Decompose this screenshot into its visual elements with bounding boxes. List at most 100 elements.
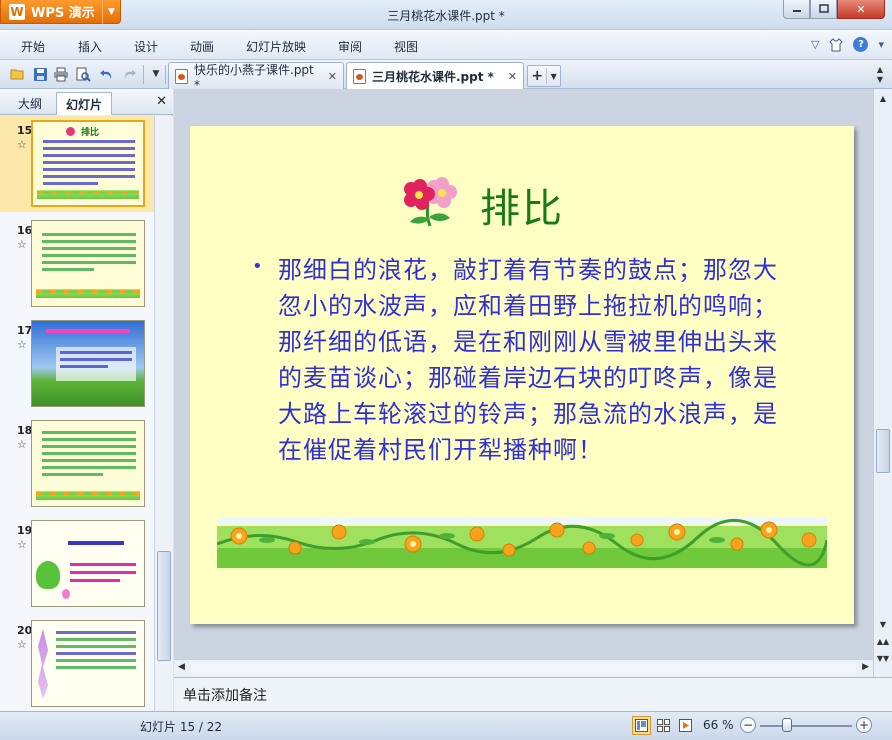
thumb-text-lines	[42, 427, 136, 480]
undo-icon[interactable]	[98, 66, 114, 82]
scrollbar-track[interactable]	[191, 663, 856, 674]
customize-toolbar-icon[interactable]: ▼	[148, 66, 164, 82]
thumb-flower-icon	[66, 127, 75, 136]
close-tab-icon[interactable]: ✕	[500, 70, 517, 83]
quick-access-toolbar: ▼ 快乐的小燕子课件.ppt * ✕ 三月桃花水课件.ppt * ✕ + ▼ ▲…	[0, 60, 892, 92]
animation-star-icon: ☆	[17, 438, 27, 451]
save-icon[interactable]	[32, 66, 48, 82]
slide-preview	[31, 620, 145, 707]
thumb-text-lines	[43, 136, 135, 189]
minimize-button[interactable]	[783, 0, 810, 19]
next-slide-icon[interactable]: ▼▼	[874, 651, 892, 665]
new-tab-button[interactable]: + ▼	[527, 65, 561, 87]
slide-editing-area: 排比 • 那细白的浪花，敲打着有节奏的鼓点；那忽大忽小的水波声，应和着田野上拖拉…	[174, 89, 873, 659]
slide-sorter-view-button[interactable]	[654, 716, 673, 735]
slide-preview: 排比	[31, 120, 145, 207]
slide-preview	[31, 420, 145, 507]
zoom-slider-handle[interactable]	[782, 718, 793, 732]
notes-placeholder[interactable]: 单击添加备注	[183, 685, 267, 705]
previous-slide-icon[interactable]: ▲▲	[874, 634, 892, 648]
scroll-up-icon[interactable]: ▲	[874, 91, 892, 105]
slide-thumbnail-16[interactable]: 16 ☆	[0, 216, 154, 312]
slideshow-view-button[interactable]	[676, 716, 695, 735]
slide-thumbnail-18[interactable]: 18 ☆	[0, 416, 154, 512]
zoom-in-button[interactable]: +	[856, 717, 872, 733]
skin-shirt-icon[interactable]	[829, 37, 844, 52]
tab-outline[interactable]: 大纲	[9, 92, 51, 115]
flower-border-decoration	[217, 518, 827, 568]
slide-title[interactable]: 排比	[480, 176, 564, 234]
slide-thumbnail-19[interactable]: 19 ☆	[0, 516, 154, 612]
slide-counter: 幻灯片 15 / 22	[140, 720, 223, 734]
animation-star-icon: ☆	[17, 338, 27, 351]
scroll-left-icon[interactable]: ◀	[178, 662, 185, 672]
toolbar-separator	[143, 65, 144, 84]
doc-tab-1[interactable]: 快乐的小燕子课件.ppt * ✕	[168, 62, 344, 92]
slide-body-text: 那细白的浪花，敲打着有节奏的鼓点；那忽大忽小的水波声，应和着田野上拖拉机的鸣响；…	[278, 256, 778, 464]
slide-thumbnail-list: 15 ☆ 排比 16 ☆ 17 ☆ 18 ☆ 19 ☆ 20 ☆	[0, 116, 154, 711]
normal-view-button[interactable]	[632, 716, 651, 735]
current-slide[interactable]: 排比 • 那细白的浪花，敲打着有节奏的鼓点；那忽大忽小的水波声，应和着田野上拖拉…	[190, 126, 854, 624]
menu-home[interactable]: 开始	[21, 38, 45, 55]
ppt-file-icon	[353, 68, 366, 84]
menu-insert[interactable]: 插入	[78, 38, 102, 55]
normal-view-icon	[635, 719, 648, 732]
close-window-button[interactable]: ✕	[837, 0, 885, 19]
print-icon[interactable]	[53, 66, 69, 82]
doc-tab-2[interactable]: 三月桃花水课件.ppt * ✕	[346, 62, 524, 89]
zoom-out-button[interactable]: −	[740, 717, 756, 733]
redo-icon[interactable]	[121, 66, 137, 82]
menu-slideshow[interactable]: 幻灯片放映	[246, 38, 306, 55]
slides-pane-scrollbar[interactable]	[154, 116, 173, 711]
slide-preview	[31, 520, 145, 607]
thumb-flower-strip	[36, 289, 140, 298]
menu-view[interactable]: 视图	[394, 38, 418, 55]
pane-tabs: 大纲 幻灯片 ✕	[0, 89, 173, 115]
slide-thumbnail-20[interactable]: 20 ☆	[0, 616, 154, 711]
help-icon[interactable]: ?	[853, 37, 869, 52]
slide-vertical-scrollbar[interactable]: ▲ ▼ ▲▲ ▼▼	[873, 89, 892, 677]
tab-slides[interactable]: 幻灯片	[56, 92, 113, 115]
animation-star-icon: ☆	[17, 538, 27, 551]
chevron-up-icon[interactable]: ▲	[877, 65, 883, 75]
notes-pane[interactable]: 单击添加备注	[174, 677, 892, 711]
slide-thumbnail-17[interactable]: 17 ☆	[0, 316, 154, 412]
minimize-icon	[792, 10, 801, 12]
doc-tab-label: 三月桃花水课件.ppt *	[372, 69, 494, 84]
menu-review[interactable]: 审阅	[338, 38, 362, 55]
zoom-level[interactable]: 66 %	[703, 718, 734, 732]
scrollbar-thumb[interactable]	[157, 551, 171, 661]
tab-scroll-buttons[interactable]: ▲ ▼	[872, 63, 888, 87]
print-preview-icon[interactable]	[75, 66, 91, 82]
thumb-flower-strip	[36, 491, 140, 500]
slide-sorter-icon	[657, 719, 670, 732]
thumb-flower-strip	[37, 190, 139, 199]
zoom-slider[interactable]	[760, 725, 852, 727]
close-tab-icon[interactable]: ✕	[320, 70, 337, 83]
scrollbar-thumb[interactable]	[876, 429, 890, 473]
slide-horizontal-scrollbar[interactable]: ◀ ▶	[174, 659, 873, 677]
slide-thumbnail-15[interactable]: 15 ☆ 排比	[0, 116, 154, 212]
chevron-down-icon[interactable]: ▼	[877, 75, 883, 85]
menu-design[interactable]: 设计	[134, 38, 158, 55]
scroll-down-icon[interactable]: ▼	[874, 617, 892, 631]
maximize-button[interactable]	[810, 0, 837, 19]
title-bar: W WPS 演示 ▼ 三月桃花水课件.ppt * ✕	[0, 0, 892, 30]
thumb-text-lines	[56, 627, 136, 673]
help-dropdown-icon[interactable]: ▾	[878, 38, 884, 51]
collapse-ribbon-icon[interactable]: ▽	[811, 38, 819, 51]
menu-animation[interactable]: 动画	[190, 38, 214, 55]
thumb-text-lines	[42, 229, 136, 275]
chevron-down-icon[interactable]: ▼	[547, 72, 560, 81]
open-folder-icon[interactable]	[10, 66, 26, 82]
toolbar-separator	[165, 65, 166, 84]
slide-preview	[31, 320, 145, 407]
ppt-file-icon	[175, 68, 188, 84]
animation-star-icon: ☆	[17, 638, 27, 651]
slide-body-textbox[interactable]: • 那细白的浪花，敲打着有节奏的鼓点；那忽大忽小的水波声，应和着田野上拖拉机的鸣…	[252, 252, 792, 468]
slides-pane: 大纲 幻灯片 ✕ 15 ☆ 排比 16 ☆ 17 ☆ 18 ☆ 19 ☆ 20 …	[0, 89, 173, 711]
close-pane-icon[interactable]: ✕	[156, 94, 167, 109]
scroll-right-icon[interactable]: ▶	[862, 662, 869, 672]
plus-icon: +	[528, 68, 548, 84]
flower-icon	[404, 177, 457, 227]
